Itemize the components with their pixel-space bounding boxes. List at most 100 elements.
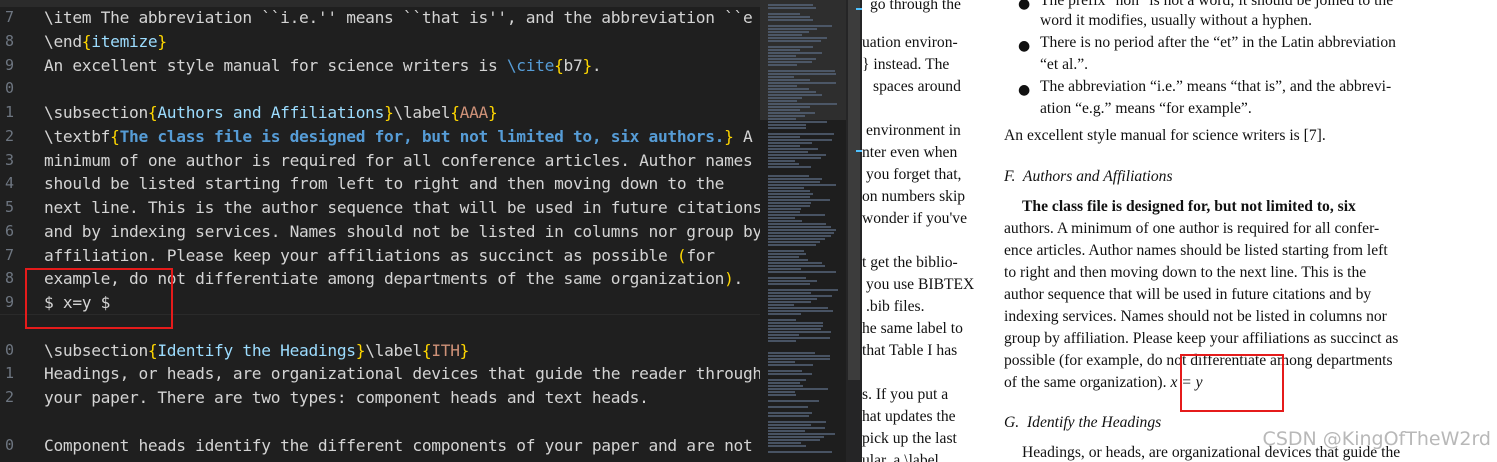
latex-command: \cite xyxy=(506,56,555,75)
pdf-line: pick up the last xyxy=(862,430,957,447)
minimap-line xyxy=(768,313,801,315)
line-number: 9 xyxy=(4,293,14,311)
latex-code-editor[interactable]: 7 8 9 0 1 2 3 4 5 6 7 8 9 0 1 2 0 \item … xyxy=(0,0,760,462)
minimap-line xyxy=(768,40,821,42)
code-line[interactable]: \subsection{Identify the Headings}\label… xyxy=(44,339,469,363)
pdf-preview[interactable]: go through the uation environ- } instead… xyxy=(862,0,1497,462)
minimap-line xyxy=(768,145,800,147)
minimap-line xyxy=(768,406,808,408)
minimap-line xyxy=(768,133,834,135)
brace: } xyxy=(355,341,366,360)
brace: { xyxy=(554,56,564,75)
pdf-paragraph-line: indexing services. Names should not be l… xyxy=(1004,308,1387,325)
minimap-line xyxy=(768,394,796,396)
minimap-line xyxy=(768,205,810,207)
minimap-line xyxy=(768,295,832,297)
code-line[interactable]: should be listed starting from left to r… xyxy=(44,172,724,196)
minimap-line xyxy=(768,142,812,144)
minimap-line xyxy=(768,28,817,30)
brace: { xyxy=(421,341,432,360)
code-line[interactable]: and by indexing services. Names should n… xyxy=(44,220,760,244)
minimap-line xyxy=(768,304,794,306)
line-number: 9 xyxy=(4,56,14,74)
brace: { xyxy=(147,341,158,360)
pdf-paragraph-line: author sequence that will be used in fut… xyxy=(1004,286,1372,303)
line-number: 1 xyxy=(4,103,14,121)
line-number: 0 xyxy=(4,79,14,97)
brace: { xyxy=(147,103,158,122)
latex-label: ITH xyxy=(431,341,460,360)
minimap-line xyxy=(768,424,811,426)
line-number: 5 xyxy=(4,198,14,216)
code-line[interactable]: affiliation. Please keep your affiliatio… xyxy=(44,244,715,268)
minimap-line xyxy=(768,193,813,195)
pdf-paragraph-line: to right and then moving down to the nex… xyxy=(1004,264,1367,281)
minimap-line xyxy=(768,109,800,111)
minimap-line xyxy=(768,154,826,156)
minimap-line xyxy=(768,88,809,90)
code-line[interactable]: \end{itemize} xyxy=(44,30,167,54)
minimap-line xyxy=(768,385,803,387)
minimap-line xyxy=(768,124,806,126)
pdf-line: spaces around xyxy=(873,78,961,95)
code-line[interactable]: An excellent style manual for science wr… xyxy=(44,54,602,78)
minimap-line xyxy=(768,358,830,360)
minimap-line xyxy=(768,433,835,435)
pdf-line: hat updates the xyxy=(862,408,956,425)
latex-command: \label xyxy=(365,341,422,360)
minimap-line xyxy=(768,46,813,48)
brace: { xyxy=(81,32,92,51)
pdf-section-heading: G. Identify the Headings xyxy=(1004,414,1162,431)
latex-command: \label xyxy=(393,103,451,122)
code-line[interactable]: \textbf{The class file is designed for, … xyxy=(44,125,753,149)
minimap-line xyxy=(768,442,801,444)
minimap-line xyxy=(768,250,804,252)
minimap-line xyxy=(768,64,797,66)
minimap-line xyxy=(768,373,812,375)
minimap-line xyxy=(768,265,825,267)
pdf-line: environment in xyxy=(866,122,961,139)
latex-argument: b7 xyxy=(563,56,583,75)
minimap-line xyxy=(768,19,813,21)
pdf-line: on numbers skip xyxy=(862,188,966,205)
code-line[interactable]: \item The abbreviation ``i.e.'' means ``… xyxy=(44,6,753,30)
scrollbar-thumb[interactable] xyxy=(848,0,860,380)
minimap-line xyxy=(768,91,816,93)
code-line[interactable]: next line. This is the author sequence t… xyxy=(44,196,760,220)
latex-command: \end xyxy=(44,32,82,51)
code-line[interactable]: \subsection{Authors and Affiliations}\la… xyxy=(44,101,498,125)
pdf-line: s. If you put a xyxy=(862,386,949,403)
line-number: 1 xyxy=(4,364,14,382)
pdf-line: uation environ- xyxy=(862,34,958,51)
minimap-slider[interactable] xyxy=(760,0,846,120)
code-text: affiliation. Please keep your affiliatio… xyxy=(44,246,677,265)
minimap-line xyxy=(768,16,810,18)
minimap-line xyxy=(768,427,825,429)
minimap-line xyxy=(768,328,821,330)
code-line[interactable]: your paper. There are two types: compone… xyxy=(44,386,649,410)
editor-scrollbar[interactable] xyxy=(846,0,862,462)
code-line[interactable]: minimum of one author is required for al… xyxy=(44,149,753,173)
pdf-line: you use BIBTEX xyxy=(866,276,975,293)
minimap-line xyxy=(768,382,800,384)
line-number: 0 xyxy=(4,341,14,359)
minimap-line xyxy=(768,352,815,354)
minimap-line xyxy=(768,322,823,324)
latex-command: \textbf xyxy=(44,127,111,146)
brace: } xyxy=(459,341,470,360)
minimap-line xyxy=(768,340,796,342)
minimap-line xyxy=(768,364,813,366)
minimap-line xyxy=(768,175,809,177)
line-number-gutter: 7 8 9 0 1 2 3 4 5 6 7 8 9 0 1 2 0 xyxy=(0,0,38,462)
code-line[interactable]: Component heads identify the different c… xyxy=(44,434,753,458)
editor-minimap[interactable] xyxy=(760,0,846,462)
minimap-line xyxy=(768,289,838,291)
minimap-line xyxy=(768,268,801,270)
code-line[interactable]: Headings, or heads, are organizational d… xyxy=(44,362,760,386)
minimap-line xyxy=(768,301,811,303)
minimap-line xyxy=(768,439,820,441)
minimap-line xyxy=(768,325,823,327)
minimap-line xyxy=(768,262,822,264)
pdf-paragraph-line: authors. A minimum of one author is requ… xyxy=(1004,220,1380,237)
minimap-line xyxy=(768,256,799,258)
